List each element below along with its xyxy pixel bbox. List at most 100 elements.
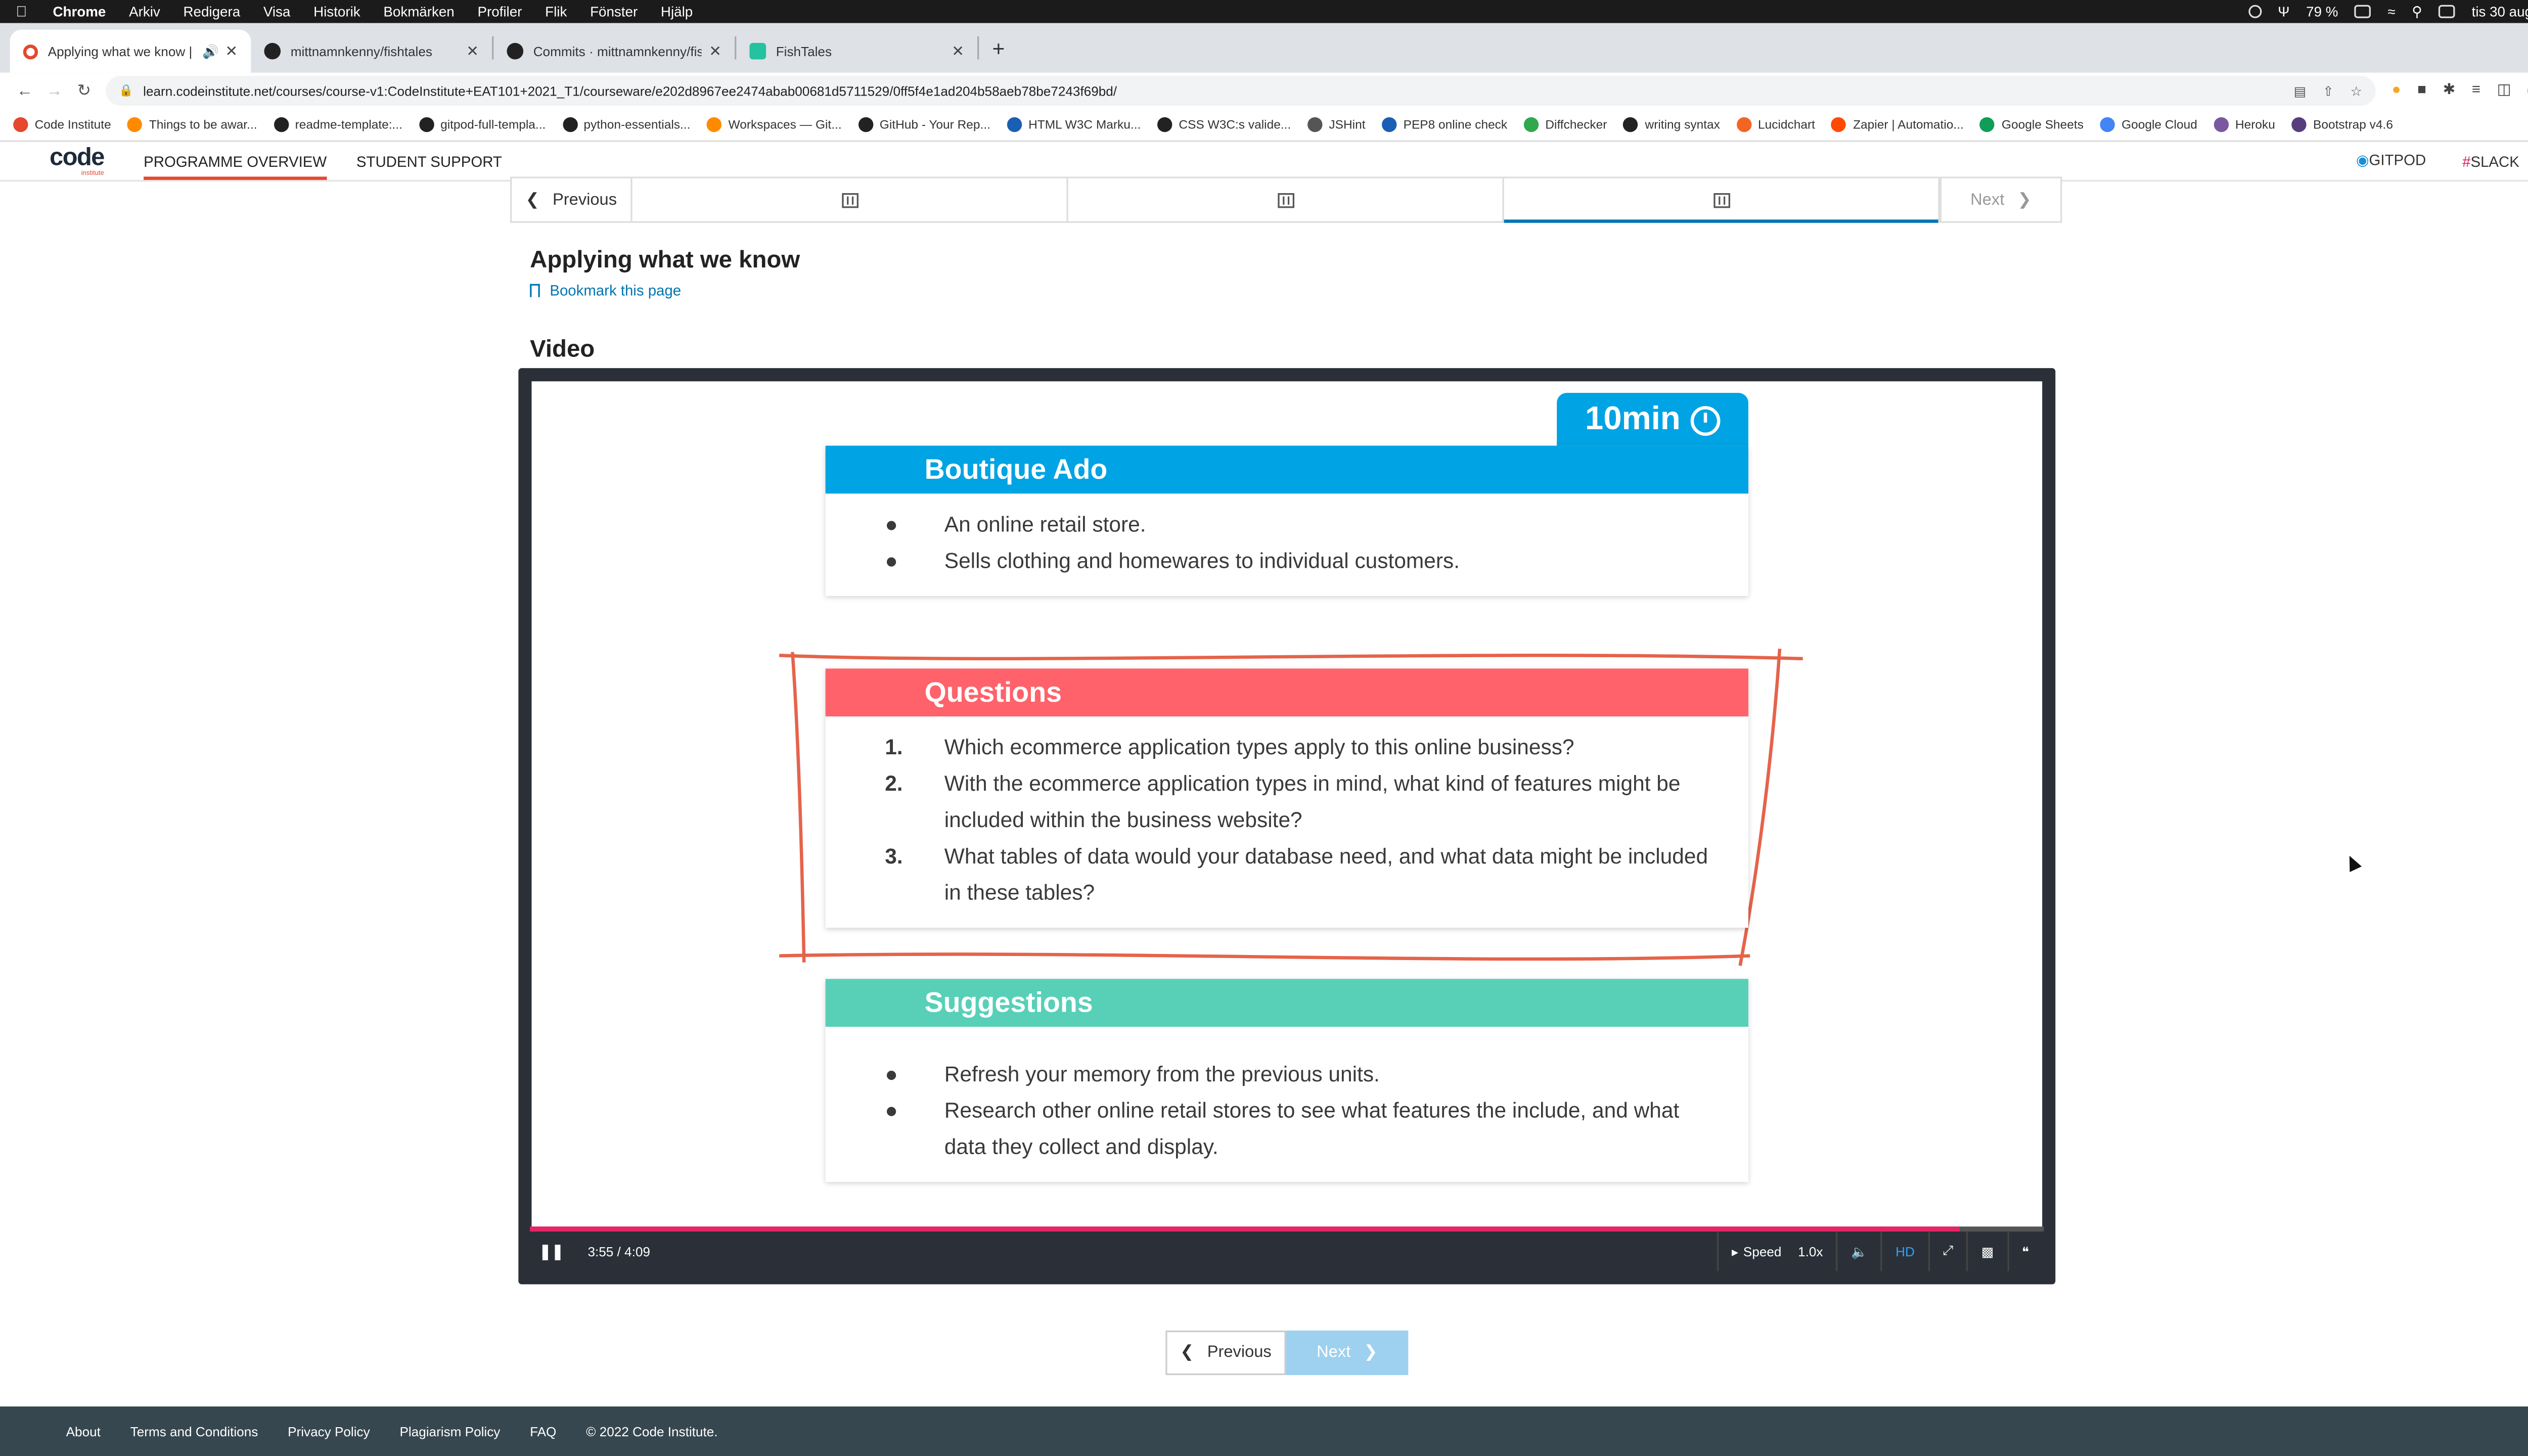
back-button[interactable]: ← (10, 82, 40, 100)
menu-historik[interactable]: Historik (313, 4, 360, 20)
bookmark-item[interactable]: gitpod-full-templa... (419, 117, 546, 132)
footer-link-about[interactable]: About (66, 1424, 101, 1438)
bookmark-item[interactable]: JSHint (1307, 117, 1366, 132)
bookmark-item[interactable]: Bootstrap v4.6 (2291, 117, 2394, 132)
captions-button[interactable]: ❝ (2007, 1231, 2043, 1271)
translate-icon[interactable]: ▤ (2294, 83, 2307, 98)
sequence-previous-button[interactable]: ❮ Previous (512, 178, 633, 221)
bookmark-item[interactable]: Zapier | Automatio... (1831, 117, 1964, 132)
reload-button[interactable]: ↻ (69, 82, 99, 100)
tab-commits[interactable]: Commits · mittnamnkenny/fish ✕ (493, 30, 735, 73)
wifi-icon[interactable]: ≈ (2387, 4, 2395, 20)
menu-profiler[interactable]: Profiler (477, 4, 522, 20)
sequence-next-button[interactable]: Next ❯ (1939, 178, 2060, 221)
list-number: 1. (885, 735, 903, 760)
address-bar[interactable]: 🔒 learn.codeinstitute.net/courses/course… (105, 76, 2376, 106)
reading-list-icon[interactable]: ≡ (2472, 81, 2480, 101)
menu-visa[interactable]: Visa (263, 4, 291, 20)
bookmark-item[interactable]: PEP8 online check (1382, 117, 1507, 132)
close-tab-icon[interactable]: ✕ (709, 42, 721, 60)
menu-bokmarken[interactable]: Bokmärken (383, 4, 454, 20)
bookmark-item[interactable]: Workspaces — Git... (707, 117, 842, 132)
bookmark-label: Workspaces — Git... (728, 117, 842, 132)
list-item-text: Refresh your memory from the previous un… (944, 1061, 1380, 1086)
sequence-unit-1[interactable] (633, 178, 1068, 221)
video-slide[interactable]: 10min Boutique Ado ● An online retail sto… (531, 381, 2043, 1230)
nav-student-support[interactable]: STUDENT SUPPORT (356, 142, 502, 180)
bookmark-item[interactable]: readme-template:... (274, 117, 402, 132)
boutique-ado-card: Boutique Ado ● An online retail store. ● S… (825, 445, 1748, 596)
forward-button[interactable]: → (39, 82, 69, 100)
bookmark-star-icon[interactable]: ☆ (2351, 83, 2362, 98)
list-item-text: Sells clothing and homewares to individu… (944, 548, 1460, 573)
footer-link-terms[interactable]: Terms and Conditions (130, 1424, 258, 1438)
record-icon[interactable] (2248, 5, 2262, 18)
transcript-button[interactable]: ▩ (1966, 1231, 2007, 1271)
speaker-icon[interactable]: 🔊 (202, 44, 219, 59)
pause-button[interactable]: ❚❚ (531, 1242, 571, 1260)
fullscreen-button[interactable]: ⤢ (1927, 1231, 1966, 1271)
menubar-clock[interactable]: tis 30 aug. 12:16 (2472, 4, 2528, 20)
bookmark-this-page-link[interactable]: Bookmark this page (530, 282, 681, 299)
close-tab-icon[interactable]: ✕ (952, 42, 964, 60)
bottom-previous-button[interactable]: ❮ Previous (1165, 1330, 1286, 1375)
tab-fishtales-site[interactable]: FishTales ✕ (736, 30, 977, 73)
menu-redigera[interactable]: Redigera (183, 4, 240, 20)
volume-button[interactable]: 🔈 (1836, 1231, 1881, 1271)
gitpod-extension-icon[interactable]: ■ (2417, 81, 2426, 101)
bookmark-item[interactable]: CSS W3C:s valide... (1157, 117, 1291, 132)
bookmark-favicon-icon (274, 117, 289, 132)
bookmark-item[interactable]: Lucidchart (1736, 117, 1815, 132)
bookmark-label: PEP8 online check (1403, 117, 1508, 132)
share-icon[interactable]: ⇧ (2323, 83, 2334, 98)
chevron-right-icon: ❯ (2017, 191, 2032, 209)
menu-app[interactable]: Chrome (53, 4, 106, 20)
bookmark-item[interactable]: HTML W3C Marku... (1007, 117, 1141, 132)
video-controls: ❚❚ 3:55 / 4:09 ▸ Speed 1.0x 🔈 HD ⤢ ▩ ❝ (531, 1231, 2043, 1271)
video-player[interactable]: 10min Boutique Ado ● An online retail sto… (518, 368, 2056, 1285)
bookmark-item[interactable]: Google Sheets (1980, 117, 2084, 132)
slack-link[interactable]: #SLACK (2462, 153, 2519, 169)
nav-programme-overview[interactable]: PROGRAMME OVERVIEW (144, 142, 327, 180)
lock-icon[interactable]: 🔒 (119, 84, 133, 98)
bookmark-item[interactable]: Diffchecker (1523, 117, 1607, 132)
apple-icon[interactable]:  (13, 4, 30, 20)
footer-link-faq[interactable]: FAQ (530, 1424, 556, 1438)
menu-fonster[interactable]: Fönster (590, 4, 638, 20)
tab-applying-what-we-know[interactable]: Applying what we know | E 🔊 ✕ (10, 29, 251, 73)
footer-link-privacy[interactable]: Privacy Policy (288, 1424, 370, 1438)
antenna-icon[interactable]: Ψ (2278, 4, 2289, 20)
bookmark-label: Bootstrap v4.6 (2313, 117, 2394, 132)
bookmark-item[interactable]: writing syntax (1623, 117, 1720, 132)
sequence-unit-2[interactable] (1068, 178, 1504, 221)
menu-arkiv[interactable]: Arkiv (129, 4, 160, 20)
control-center-icon[interactable] (2439, 5, 2455, 18)
menu-flik[interactable]: Flik (545, 4, 567, 20)
bookmark-item[interactable]: Heroku (2214, 117, 2275, 132)
sequence-unit-3[interactable] (1504, 178, 1940, 223)
close-tab-icon[interactable]: ✕ (225, 42, 238, 60)
video-progress-bar[interactable] (530, 1226, 2044, 1232)
extension-icon[interactable]: ● (2392, 81, 2401, 101)
side-panel-icon[interactable]: ◫ (2497, 81, 2511, 101)
gitpod-link[interactable]: ◉GITPOD (2356, 152, 2426, 170)
url-text[interactable]: learn.codeinstitute.net/courses/course-v… (143, 83, 1117, 98)
footer-link-plagiarism[interactable]: Plagiarism Policy (399, 1424, 500, 1438)
bookmark-item[interactable]: python-essentials... (562, 117, 690, 132)
bookmark-item[interactable]: GitHub - Your Rep... (858, 117, 990, 132)
battery-icon[interactable] (2355, 5, 2371, 18)
new-tab-button[interactable]: + (979, 35, 1018, 60)
spotlight-search-icon[interactable]: ⚲ (2412, 3, 2422, 21)
tab-fishtales-repo[interactable]: mittnamnkenny/fishtales ✕ (251, 30, 492, 73)
bookmark-item[interactable]: Things to be awar... (127, 117, 257, 132)
site-footer: About Terms and Conditions Privacy Polic… (0, 1406, 2528, 1456)
code-institute-logo[interactable]: code institute (50, 142, 105, 180)
close-tab-icon[interactable]: ✕ (466, 42, 479, 60)
menu-hjalp[interactable]: Hjälp (661, 4, 693, 20)
bookmark-item[interactable]: Google Cloud (2100, 117, 2197, 132)
hd-button[interactable]: HD (1880, 1231, 1928, 1271)
bottom-next-button[interactable]: Next ❯ (1286, 1330, 1409, 1375)
puzzle-extensions-icon[interactable]: ✱ (2443, 81, 2456, 101)
bookmark-item[interactable]: Code Institute (13, 117, 111, 132)
speed-button[interactable]: ▸ Speed 1.0x (1717, 1231, 1836, 1271)
